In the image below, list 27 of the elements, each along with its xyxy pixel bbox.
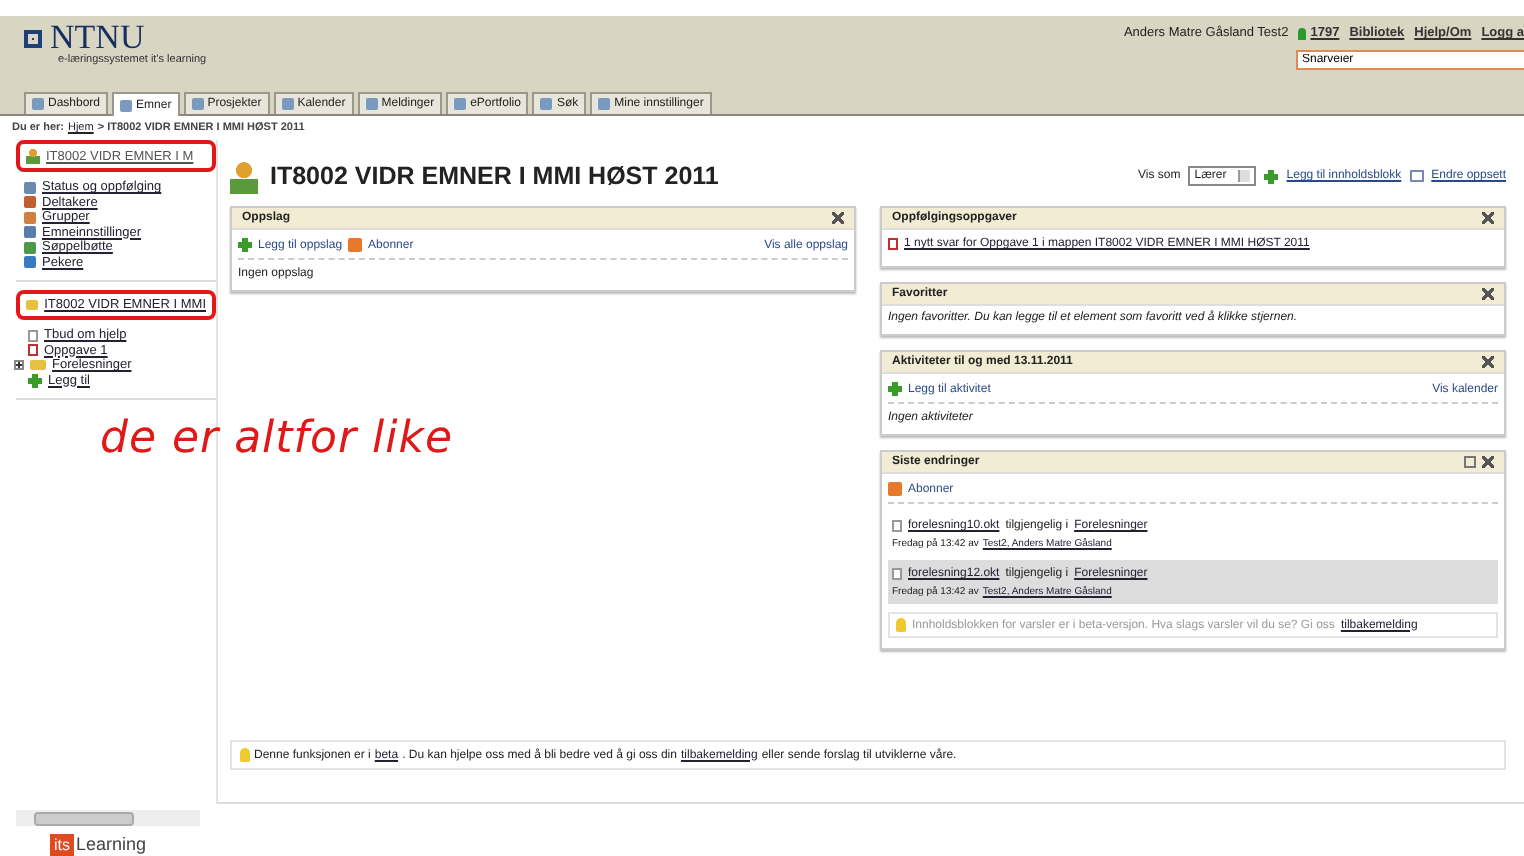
handwritten-note: de er altfor like: [100, 414, 456, 464]
logo-text: Learning: [76, 834, 147, 854]
teacher-icon: [230, 159, 258, 193]
plus-icon: [1264, 169, 1279, 183]
logo-text: NTNU: [50, 22, 145, 54]
close-icon[interactable]: [1482, 356, 1494, 368]
logo-mark: its: [50, 833, 74, 855]
plus-icon: [888, 382, 902, 396]
folder-icon: [30, 360, 46, 371]
close-icon[interactable]: [832, 212, 844, 224]
person-icon: [1298, 27, 1307, 39]
document-icon: [892, 520, 902, 532]
document-icon: [892, 568, 902, 580]
document-icon: [888, 238, 898, 250]
folder-icon: [26, 300, 39, 310]
page-title: IT8002 VIDR EMNER I MMI HØST 2011: [270, 162, 719, 190]
close-icon[interactable]: [1482, 456, 1494, 468]
expand-icon[interactable]: [14, 360, 24, 371]
teacher-icon: [26, 148, 40, 164]
horizontal-scrollbar[interactable]: [16, 810, 200, 826]
plus-icon: [28, 373, 42, 388]
lightbulb-icon: [240, 748, 250, 762]
close-icon[interactable]: [1482, 288, 1494, 300]
close-icon[interactable]: [1482, 212, 1494, 224]
lightbulb-icon: [896, 618, 906, 632]
plus-icon: [238, 238, 252, 252]
logo-icon: [24, 29, 42, 47]
